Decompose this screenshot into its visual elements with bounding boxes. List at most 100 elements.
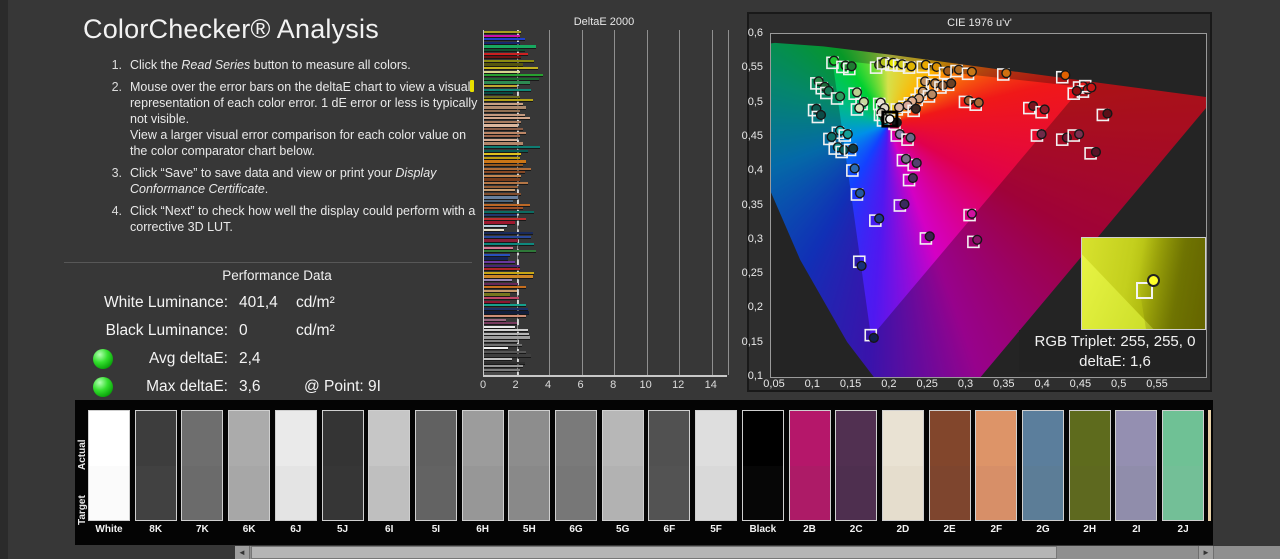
x-tick-label: 0,3 — [958, 378, 973, 390]
deltae-error-bar[interactable] — [484, 221, 515, 223]
deltae-error-bar[interactable] — [484, 186, 518, 188]
deltae-error-bar[interactable] — [484, 211, 534, 213]
deltae-error-bar[interactable] — [484, 268, 520, 270]
deltae-error-bar[interactable] — [484, 31, 521, 33]
deltae-error-bar[interactable] — [484, 232, 533, 234]
deltae-error-bar[interactable] — [484, 89, 531, 91]
comparator-scrollbar[interactable]: ◄ ► — [235, 546, 1280, 559]
deltae-error-bar[interactable] — [484, 275, 533, 277]
deltae-error-bar[interactable] — [484, 96, 520, 98]
deltae-error-bar[interactable] — [484, 225, 507, 227]
deltae-error-bar[interactable] — [484, 340, 518, 342]
deltae-error-bar[interactable] — [484, 110, 520, 112]
deltae-error-bar[interactable] — [484, 189, 515, 191]
deltae-error-bar[interactable] — [484, 279, 512, 281]
deltae-error-bar[interactable] — [484, 243, 534, 245]
deltae-error-bar[interactable] — [484, 304, 526, 306]
deltae-error-bar[interactable] — [484, 283, 518, 285]
deltae-error-bar[interactable] — [484, 81, 530, 83]
deltae-error-bar[interactable] — [484, 347, 508, 349]
deltae-error-bar[interactable] — [484, 85, 517, 87]
deltae-error-bar[interactable] — [484, 135, 520, 137]
deltae-error-bar[interactable] — [484, 139, 517, 141]
deltae-error-bar[interactable] — [484, 157, 520, 159]
deltae-error-bar[interactable] — [484, 56, 521, 58]
deltae-error-bar[interactable] — [484, 196, 518, 198]
deltae-error-bar[interactable] — [484, 229, 504, 231]
deltae-error-bar[interactable] — [484, 207, 523, 209]
deltae-error-bar[interactable] — [484, 239, 518, 241]
deltae-error-bar[interactable] — [484, 160, 526, 162]
deltae-error-bar[interactable] — [484, 53, 528, 55]
deltae-error-bar[interactable] — [484, 114, 525, 116]
deltae-error-bar[interactable] — [484, 67, 538, 69]
deltae-error-bar[interactable] — [484, 92, 513, 94]
deltae-error-bar[interactable] — [484, 308, 528, 310]
deltae-error-bar[interactable] — [484, 362, 525, 364]
deltae-error-bar[interactable] — [484, 351, 526, 353]
deltae-error-bar[interactable] — [484, 103, 523, 105]
deltae-error-bar[interactable] — [484, 164, 523, 166]
deltae-error-bar[interactable] — [484, 315, 526, 317]
deltae-error-bar[interactable] — [484, 326, 515, 328]
deltae-error-bar[interactable] — [484, 63, 523, 65]
deltae-error-bar[interactable] — [484, 117, 530, 119]
deltae-error-bar[interactable] — [484, 236, 531, 238]
deltae-error-bar[interactable] — [484, 74, 543, 76]
deltae-error-bar[interactable] — [484, 49, 525, 51]
deltae-error-bar[interactable] — [484, 358, 512, 360]
deltae-error-bar[interactable] — [484, 301, 510, 303]
deltae-error-bar[interactable] — [484, 250, 536, 252]
deltae-error-bar[interactable] — [484, 214, 517, 216]
deltae-error-bar[interactable] — [484, 369, 520, 371]
deltae-error-bar[interactable] — [484, 150, 528, 152]
deltae-error-bar[interactable] — [484, 286, 526, 288]
deltae-error-bar[interactable] — [484, 293, 510, 295]
deltae-error-bar[interactable] — [484, 265, 520, 267]
deltae-error-bar[interactable] — [484, 204, 530, 206]
deltae-error-bar[interactable] — [484, 124, 518, 126]
deltae-error-bar[interactable] — [484, 146, 540, 148]
deltae-error-bar[interactable] — [484, 290, 517, 292]
deltae-error-bar[interactable] — [484, 35, 520, 37]
deltae-error-bar[interactable] — [484, 329, 528, 331]
deltae-error-bar[interactable] — [484, 121, 521, 123]
deltae-error-bar[interactable] — [484, 247, 513, 249]
deltae-error-bar[interactable] — [484, 182, 528, 184]
deltae-error-bar[interactable] — [484, 175, 521, 177]
deltae-error-bar[interactable] — [484, 142, 523, 144]
deltae-error-bar[interactable] — [484, 42, 520, 44]
deltae-error-bar[interactable] — [484, 168, 531, 170]
deltae-error-bar[interactable] — [484, 178, 520, 180]
deltae-error-bar[interactable] — [484, 128, 523, 130]
deltae-error-bar[interactable] — [484, 38, 525, 40]
deltae-error-bar[interactable] — [484, 333, 529, 335]
deltae-error-bar[interactable] — [484, 254, 510, 256]
deltae-error-bar[interactable] — [484, 153, 521, 155]
deltae-error-bar[interactable] — [484, 132, 526, 134]
deltae-error-bar[interactable] — [484, 200, 513, 202]
deltae-error-bar[interactable] — [484, 344, 522, 346]
scrollbar-right-arrow-icon[interactable]: ► — [1198, 546, 1214, 559]
deltae-error-bar[interactable] — [484, 354, 531, 356]
deltae-error-bar[interactable] — [484, 106, 526, 108]
deltae-error-bar[interactable] — [484, 365, 523, 367]
deltae-error-bar[interactable] — [484, 272, 534, 274]
deltae-error-bar[interactable] — [484, 336, 530, 338]
deltae-error-bar[interactable] — [484, 218, 526, 220]
deltae-error-bar[interactable] — [484, 319, 506, 321]
deltae-error-bar[interactable] — [484, 45, 536, 47]
deltae-error-bar[interactable] — [484, 322, 517, 324]
scrollbar-left-arrow-icon[interactable]: ◄ — [235, 546, 250, 559]
deltae-error-bar[interactable] — [484, 171, 525, 173]
deltae-error-bar[interactable] — [484, 71, 520, 73]
deltae-error-bar[interactable] — [484, 297, 519, 299]
deltae-error-bar[interactable] — [484, 193, 521, 195]
scrollbar-thumb[interactable] — [251, 546, 1057, 559]
deltae-error-bar[interactable] — [484, 99, 533, 101]
deltae-error-bar[interactable] — [484, 78, 539, 80]
deltae-error-bar[interactable] — [484, 257, 508, 259]
deltae-error-bar[interactable] — [484, 261, 515, 263]
deltae-error-bar[interactable] — [484, 311, 529, 313]
deltae-error-bar[interactable] — [484, 60, 534, 62]
